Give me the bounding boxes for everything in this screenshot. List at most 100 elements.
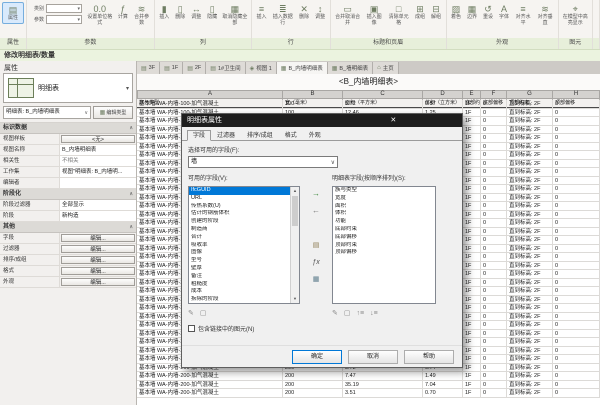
scroll-thumb[interactable] — [292, 196, 298, 226]
table-cell[interactable]: 直到标高: 2F — [507, 168, 553, 177]
clear-cell-button[interactable]: □清除单元格 — [386, 2, 412, 27]
collapse-icon[interactable]: ∧ — [129, 189, 133, 199]
table-cell[interactable]: 直到标高: 2F — [507, 236, 553, 245]
available-field-item[interactable]: 壁厚 — [189, 265, 290, 273]
dialog-title-bar[interactable]: 明细表属性 ✕ — [182, 114, 462, 127]
table-cell[interactable]: 1F — [463, 100, 481, 109]
scheduled-field-item[interactable]: 功能 — [333, 218, 435, 226]
new-parameter-button[interactable]: ▤ — [309, 240, 323, 252]
combine-params-button[interactable]: ≋合并参数 — [131, 2, 151, 27]
table-cell[interactable]: 0 — [481, 296, 507, 305]
available-field-item[interactable]: 吸收率 — [189, 242, 290, 250]
table-cell[interactable]: 1F — [463, 372, 481, 381]
combine-parameters-button[interactable]: ▦ — [309, 274, 323, 286]
column-letter[interactable]: B — [283, 90, 343, 99]
property-value[interactable]: 新构造 — [60, 211, 136, 221]
table-cell[interactable]: 0 — [481, 117, 507, 126]
insert-column-button[interactable]: ▮插入 — [157, 2, 172, 22]
view-tab-2F[interactable]: ▤2F — [183, 62, 206, 74]
view-tab-1#卫生间[interactable]: ▤1#卫生间 — [206, 62, 245, 74]
table-cell[interactable]: 0 — [553, 151, 600, 160]
table-cell[interactable]: 0 — [481, 143, 507, 152]
table-cell[interactable]: 直到标高: 2F — [507, 304, 553, 313]
table-cell[interactable]: 直到标高: 2F — [507, 219, 553, 228]
table-cell[interactable]: 0 — [481, 313, 507, 322]
table-cell[interactable]: 0 — [481, 330, 507, 339]
column-letter[interactable]: E — [463, 90, 481, 99]
edit-parameter-icon[interactable]: ✎ — [188, 309, 194, 317]
table-cell[interactable]: 0 — [553, 228, 600, 237]
table-cell[interactable]: 1F — [463, 338, 481, 347]
available-field-item[interactable]: URL — [189, 195, 290, 203]
ungroup-button[interactable]: ⊟解组 — [429, 2, 444, 22]
table-cell[interactable]: 0 — [481, 228, 507, 237]
table-cell[interactable]: 0 — [553, 313, 600, 322]
column-letter[interactable]: H — [553, 90, 600, 99]
table-cell[interactable]: 1F — [463, 185, 481, 194]
table-cell[interactable]: 1F — [463, 160, 481, 169]
table-cell[interactable]: 直到标高: 2F — [507, 177, 553, 186]
column-letter[interactable]: D — [423, 90, 463, 99]
table-cell[interactable]: 0 — [553, 372, 600, 381]
table-cell[interactable]: 5.72 — [343, 100, 423, 109]
table-cell[interactable]: 0 — [481, 236, 507, 245]
table-cell[interactable]: 1F — [463, 279, 481, 288]
table-cell[interactable]: 3.51 — [343, 389, 423, 398]
property-edit-button[interactable]: <无> — [61, 135, 135, 143]
table-cell[interactable]: 基本墙 WA-内墙-100-加气混凝土 — [137, 100, 283, 109]
table-cell[interactable]: 0 — [553, 202, 600, 211]
borders-button[interactable]: ▦边界 — [465, 2, 480, 22]
reset-button[interactable]: ↺重设 — [481, 2, 496, 22]
available-field-item[interactable]: 备注 — [189, 273, 290, 281]
table-cell[interactable]: 0 — [553, 100, 600, 109]
view-selector-dropdown[interactable]: 明细表: B_内墙明细表 — [3, 106, 91, 119]
resize-column-button[interactable]: ↔调整 — [189, 2, 204, 22]
available-field-item[interactable]: 粗糙度 — [189, 281, 290, 289]
参数-combo[interactable] — [46, 15, 82, 24]
table-cell[interactable]: 0 — [553, 287, 600, 296]
table-cell[interactable]: 0 — [481, 202, 507, 211]
table-cell[interactable]: 1F — [463, 177, 481, 186]
table-cell[interactable]: 1F — [463, 143, 481, 152]
collapse-icon[interactable]: ∧ — [129, 123, 133, 133]
include-links-checkbox[interactable] — [188, 325, 195, 332]
edit-type-button[interactable]: ▦编辑类型 — [93, 106, 133, 119]
table-cell[interactable]: 直到标高: 2F — [507, 313, 553, 322]
table-cell[interactable]: 1F — [463, 117, 481, 126]
table-cell[interactable]: 0 — [553, 211, 600, 220]
cancel-button[interactable]: 取消 — [348, 350, 398, 364]
delete-row-button[interactable]: ✕删除 — [297, 2, 312, 22]
table-cell[interactable]: 直到标高: 2F — [507, 279, 553, 288]
scheduled-field-item[interactable]: 面积 — [333, 203, 435, 211]
table-cell[interactable]: 0 — [553, 126, 600, 135]
calculated-button[interactable]: ƒ计算 — [115, 2, 130, 22]
table-cell[interactable]: 1.49 — [423, 372, 463, 381]
chevron-down-icon[interactable]: ▾ — [126, 85, 132, 92]
properties-button[interactable]: ▤属性 — [2, 2, 24, 24]
table-cell[interactable]: 直到标高: 2F — [507, 330, 553, 339]
table-cell[interactable]: 0 — [481, 177, 507, 186]
table-cell[interactable]: 0 — [553, 160, 600, 169]
table-cell[interactable]: 0 — [553, 134, 600, 143]
table-cell[interactable]: 0 — [481, 321, 507, 330]
table-cell[interactable]: 0 — [481, 194, 507, 203]
shading-button[interactable]: ▨着色 — [449, 2, 464, 22]
table-cell[interactable]: 200 — [283, 389, 343, 398]
table-cell[interactable]: 1F — [463, 126, 481, 135]
table-cell[interactable]: 0 — [481, 134, 507, 143]
table-cell[interactable]: 直到标高: 2F — [507, 389, 553, 398]
table-cell[interactable]: 0 — [553, 364, 600, 373]
table-cell[interactable]: 直到标高: 2F — [507, 287, 553, 296]
table-cell[interactable]: 直到标高: 2F — [507, 109, 553, 118]
scheduled-field-item[interactable]: 底部约束 — [333, 226, 435, 234]
table-cell[interactable]: 直到标高: 2F — [507, 151, 553, 160]
insert-data-row-button[interactable]: ≣插入数据行 — [270, 2, 296, 27]
table-cell[interactable]: 直到标高: 2F — [507, 100, 553, 109]
table-cell[interactable]: 1F — [463, 245, 481, 254]
table-cell[interactable]: 1F — [463, 168, 481, 177]
property-edit-button[interactable]: 编辑... — [61, 245, 135, 253]
remove-field-button[interactable]: ← — [309, 205, 323, 217]
property-value[interactable]: 视图"明细表: B_内墙明... — [60, 167, 136, 177]
scroll-down-icon[interactable]: ▼ — [291, 295, 299, 303]
view-tab-B_墙明细表[interactable]: ▦B_墙明细表 — [328, 62, 373, 74]
